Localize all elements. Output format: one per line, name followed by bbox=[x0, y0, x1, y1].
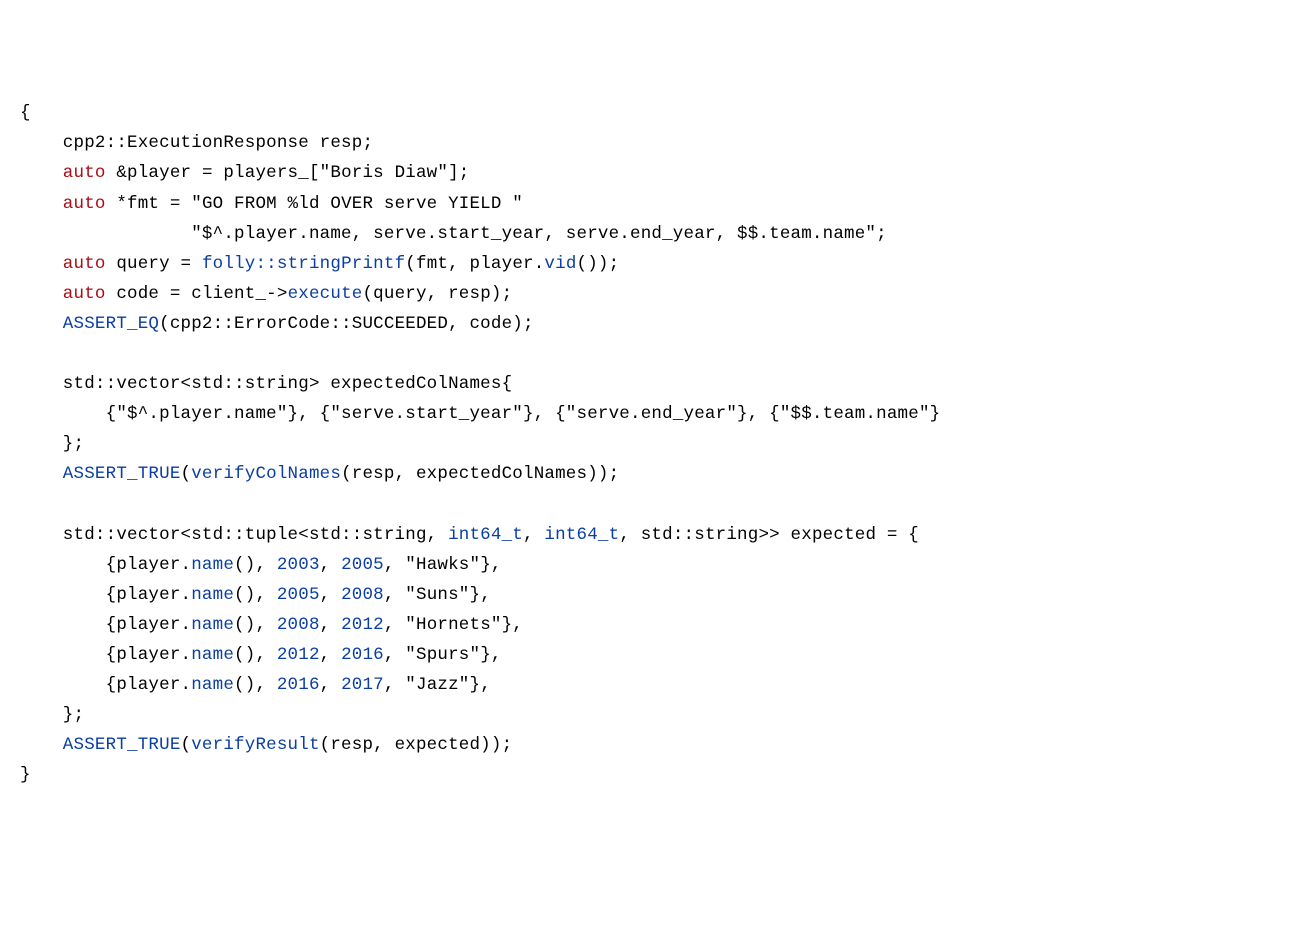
code-block: { cpp2::ExecutionResponse resp; auto &pl… bbox=[20, 98, 1286, 790]
